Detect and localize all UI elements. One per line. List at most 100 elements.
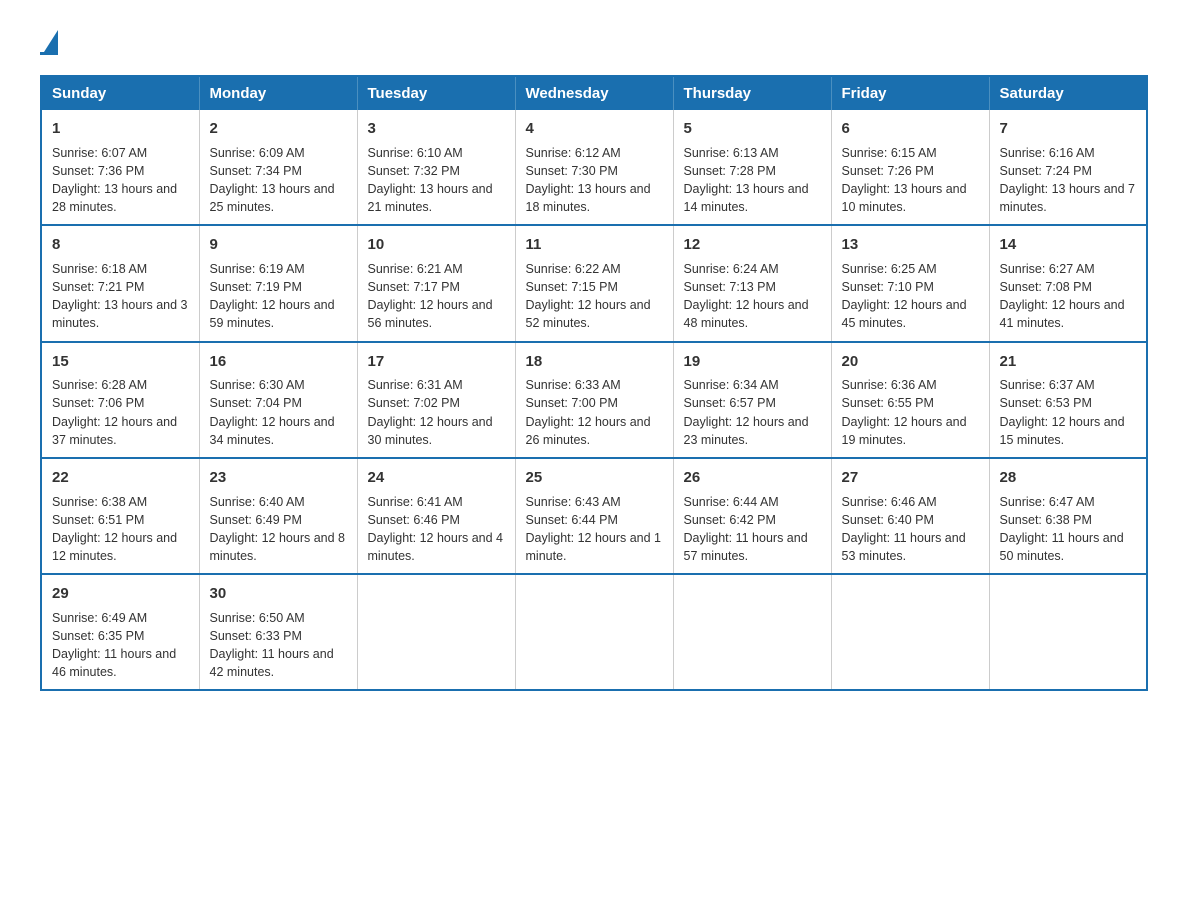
empty-cell [673, 574, 831, 690]
sunset-label: Sunset: 7:13 PM [684, 280, 776, 294]
day-number: 14 [1000, 234, 1137, 256]
sunrise-label: Sunrise: 6:41 AM [368, 495, 463, 509]
column-header-wednesday: Wednesday [515, 76, 673, 110]
day-number: 19 [684, 351, 821, 373]
day-number: 15 [52, 351, 189, 373]
sunrise-label: Sunrise: 6:50 AM [210, 611, 305, 625]
daylight-label: Daylight: 11 hours and 46 minutes. [52, 647, 176, 679]
daylight-label: Daylight: 13 hours and 21 minutes. [368, 182, 493, 214]
sunset-label: Sunset: 7:21 PM [52, 280, 144, 294]
empty-cell [357, 574, 515, 690]
sunrise-label: Sunrise: 6:49 AM [52, 611, 147, 625]
daylight-label: Daylight: 12 hours and 19 minutes. [842, 415, 967, 447]
day-cell-1: 1Sunrise: 6:07 AMSunset: 7:36 PMDaylight… [41, 110, 199, 225]
daylight-label: Daylight: 13 hours and 28 minutes. [52, 182, 177, 214]
day-number: 11 [526, 234, 663, 256]
logo [40, 30, 58, 55]
daylight-label: Daylight: 12 hours and 56 minutes. [368, 298, 493, 330]
week-row-2: 8Sunrise: 6:18 AMSunset: 7:21 PMDaylight… [41, 225, 1147, 341]
day-cell-16: 16Sunrise: 6:30 AMSunset: 7:04 PMDayligh… [199, 342, 357, 458]
sunrise-label: Sunrise: 6:31 AM [368, 378, 463, 392]
logo-underline [40, 52, 58, 55]
sunrise-label: Sunrise: 6:28 AM [52, 378, 147, 392]
sunrise-label: Sunrise: 6:19 AM [210, 262, 305, 276]
daylight-label: Daylight: 12 hours and 52 minutes. [526, 298, 651, 330]
week-row-4: 22Sunrise: 6:38 AMSunset: 6:51 PMDayligh… [41, 458, 1147, 574]
sunrise-label: Sunrise: 6:10 AM [368, 146, 463, 160]
sunrise-label: Sunrise: 6:09 AM [210, 146, 305, 160]
day-cell-19: 19Sunrise: 6:34 AMSunset: 6:57 PMDayligh… [673, 342, 831, 458]
daylight-label: Daylight: 13 hours and 14 minutes. [684, 182, 809, 214]
sunrise-label: Sunrise: 6:07 AM [52, 146, 147, 160]
column-header-thursday: Thursday [673, 76, 831, 110]
day-cell-9: 9Sunrise: 6:19 AMSunset: 7:19 PMDaylight… [199, 225, 357, 341]
day-number: 12 [684, 234, 821, 256]
day-cell-14: 14Sunrise: 6:27 AMSunset: 7:08 PMDayligh… [989, 225, 1147, 341]
column-header-sunday: Sunday [41, 76, 199, 110]
sunset-label: Sunset: 6:55 PM [842, 396, 934, 410]
sunset-label: Sunset: 7:10 PM [842, 280, 934, 294]
daylight-label: Daylight: 12 hours and 12 minutes. [52, 531, 177, 563]
day-number: 5 [684, 118, 821, 140]
logo-triangle-icon [44, 30, 58, 52]
day-number: 13 [842, 234, 979, 256]
day-cell-3: 3Sunrise: 6:10 AMSunset: 7:32 PMDaylight… [357, 110, 515, 225]
day-cell-10: 10Sunrise: 6:21 AMSunset: 7:17 PMDayligh… [357, 225, 515, 341]
day-cell-22: 22Sunrise: 6:38 AMSunset: 6:51 PMDayligh… [41, 458, 199, 574]
sunrise-label: Sunrise: 6:44 AM [684, 495, 779, 509]
sunset-label: Sunset: 7:30 PM [526, 164, 618, 178]
day-number: 29 [52, 583, 189, 605]
day-number: 22 [52, 467, 189, 489]
sunrise-label: Sunrise: 6:18 AM [52, 262, 147, 276]
sunrise-label: Sunrise: 6:33 AM [526, 378, 621, 392]
daylight-label: Daylight: 11 hours and 42 minutes. [210, 647, 334, 679]
day-cell-7: 7Sunrise: 6:16 AMSunset: 7:24 PMDaylight… [989, 110, 1147, 225]
day-number: 6 [842, 118, 979, 140]
daylight-label: Daylight: 12 hours and 4 minutes. [368, 531, 504, 563]
day-number: 20 [842, 351, 979, 373]
sunset-label: Sunset: 6:49 PM [210, 513, 302, 527]
sunset-label: Sunset: 7:26 PM [842, 164, 934, 178]
empty-cell [515, 574, 673, 690]
day-number: 28 [1000, 467, 1137, 489]
sunrise-label: Sunrise: 6:15 AM [842, 146, 937, 160]
day-cell-25: 25Sunrise: 6:43 AMSunset: 6:44 PMDayligh… [515, 458, 673, 574]
daylight-label: Daylight: 12 hours and 23 minutes. [684, 415, 809, 447]
calendar-header-row: SundayMondayTuesdayWednesdayThursdayFrid… [41, 76, 1147, 110]
daylight-label: Daylight: 11 hours and 50 minutes. [1000, 531, 1124, 563]
day-number: 25 [526, 467, 663, 489]
daylight-label: Daylight: 12 hours and 41 minutes. [1000, 298, 1125, 330]
day-cell-23: 23Sunrise: 6:40 AMSunset: 6:49 PMDayligh… [199, 458, 357, 574]
day-cell-8: 8Sunrise: 6:18 AMSunset: 7:21 PMDaylight… [41, 225, 199, 341]
daylight-label: Daylight: 13 hours and 25 minutes. [210, 182, 335, 214]
day-number: 18 [526, 351, 663, 373]
day-cell-12: 12Sunrise: 6:24 AMSunset: 7:13 PMDayligh… [673, 225, 831, 341]
sunrise-label: Sunrise: 6:30 AM [210, 378, 305, 392]
day-number: 26 [684, 467, 821, 489]
sunset-label: Sunset: 7:17 PM [368, 280, 460, 294]
day-number: 9 [210, 234, 347, 256]
day-number: 10 [368, 234, 505, 256]
day-cell-13: 13Sunrise: 6:25 AMSunset: 7:10 PMDayligh… [831, 225, 989, 341]
day-number: 2 [210, 118, 347, 140]
sunset-label: Sunset: 6:46 PM [368, 513, 460, 527]
day-number: 17 [368, 351, 505, 373]
column-header-saturday: Saturday [989, 76, 1147, 110]
daylight-label: Daylight: 12 hours and 8 minutes. [210, 531, 346, 563]
sunrise-label: Sunrise: 6:36 AM [842, 378, 937, 392]
day-cell-28: 28Sunrise: 6:47 AMSunset: 6:38 PMDayligh… [989, 458, 1147, 574]
sunset-label: Sunset: 6:38 PM [1000, 513, 1092, 527]
sunset-label: Sunset: 7:36 PM [52, 164, 144, 178]
daylight-label: Daylight: 12 hours and 59 minutes. [210, 298, 335, 330]
day-cell-5: 5Sunrise: 6:13 AMSunset: 7:28 PMDaylight… [673, 110, 831, 225]
sunset-label: Sunset: 7:06 PM [52, 396, 144, 410]
daylight-label: Daylight: 12 hours and 34 minutes. [210, 415, 335, 447]
empty-cell [989, 574, 1147, 690]
sunrise-label: Sunrise: 6:25 AM [842, 262, 937, 276]
calendar-table: SundayMondayTuesdayWednesdayThursdayFrid… [40, 75, 1148, 691]
column-header-monday: Monday [199, 76, 357, 110]
sunset-label: Sunset: 6:53 PM [1000, 396, 1092, 410]
daylight-label: Daylight: 12 hours and 1 minute. [526, 531, 662, 563]
day-cell-29: 29Sunrise: 6:49 AMSunset: 6:35 PMDayligh… [41, 574, 199, 690]
day-cell-24: 24Sunrise: 6:41 AMSunset: 6:46 PMDayligh… [357, 458, 515, 574]
